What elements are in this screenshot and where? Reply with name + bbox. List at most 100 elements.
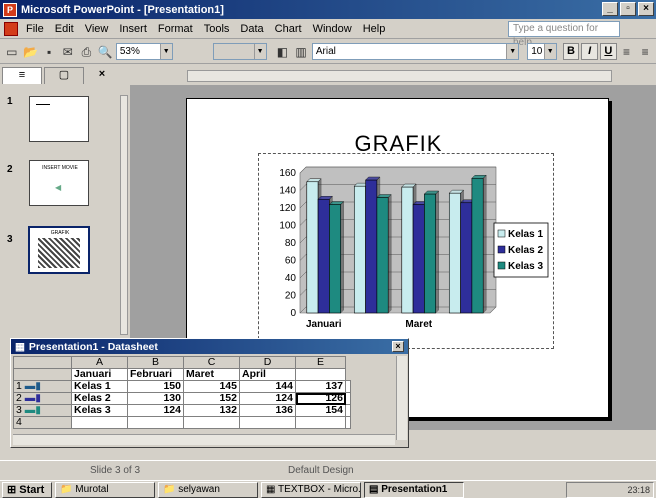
menu-format[interactable]: Format [158,23,193,35]
tab-outline[interactable]: ≡ [2,67,42,84]
menu-data[interactable]: Data [240,23,263,35]
thumb-text-line [36,104,50,105]
data-cell[interactable] [239,416,296,429]
series-label-cell[interactable]: Kelas 2 [71,392,128,405]
series-label-cell[interactable] [71,416,128,429]
data-cell[interactable] [345,416,351,429]
chart[interactable]: 160 140 120 100 80 60 40 20 0 Januari Maret Kelas 1… [262,157,550,345]
data-cell[interactable] [127,416,184,429]
align-left-icon[interactable]: ≡ [619,44,635,60]
data-cell[interactable]: 154 [295,404,346,417]
y-tick-label: 0 [290,308,296,319]
bold-button[interactable]: B [562,43,580,60]
menu-file[interactable]: File [26,23,44,35]
chart-wizard-icon[interactable]: ▥ [293,44,309,60]
underline-button[interactable]: U [600,43,617,60]
slide-number: 1 [7,96,13,107]
minimize-button[interactable]: _ [602,2,618,16]
corner-cell[interactable] [13,356,72,369]
format-chart-icon[interactable]: ◧ [275,44,291,60]
active-data-cell[interactable]: 126 [295,392,346,405]
preview-icon[interactable]: 🔍 [97,44,113,60]
data-cell[interactable]: 145 [183,380,240,393]
chart-bar [365,179,378,314]
print-icon[interactable]: ⎙ [79,44,95,60]
document-icon[interactable] [4,21,18,36]
data-cell[interactable]: 132 [183,404,240,417]
table-row: 3 ▬▮ Kelas 3 124 132 136 154 [13,404,351,417]
save-icon[interactable]: ▪ [41,44,57,60]
close-pane-icon[interactable]: × [89,67,115,84]
column-header[interactable]: E [295,356,346,369]
data-cell[interactable] [345,380,351,393]
menu-help[interactable]: Help [363,23,386,35]
row-header[interactable] [13,368,72,381]
chart-bar-side [482,174,487,314]
row-header[interactable]: 4 [13,416,72,429]
font-size-select[interactable]: 10 ▼ [527,43,557,60]
data-cell[interactable]: 144 [239,380,296,393]
column-header[interactable]: D [239,356,296,369]
align-center-icon[interactable]: ≡ [637,44,653,60]
vertical-scrollbar[interactable] [396,356,407,440]
data-cell[interactable]: 137 [295,380,346,393]
close-button[interactable]: × [638,2,654,16]
start-button[interactable]: ⊞ Start [2,481,52,498]
taskbar-label: selyawan [178,483,220,495]
x-tick-label: Januari [306,319,342,330]
menu-insert[interactable]: Insert [119,23,147,35]
close-datasheet-button[interactable]: × [392,341,404,352]
taskbar-item-selyawan[interactable]: 📁 selyawan [158,481,258,498]
column-header[interactable]: B [127,356,184,369]
chart-objects-select[interactable]: ▼ [212,43,267,60]
font-select[interactable]: Arial ▼ [311,43,520,60]
y-tick-label: 160 [279,168,296,179]
tab-slides[interactable]: ▢ [44,67,84,84]
series-label-cell[interactable]: Kelas 1 [71,380,128,393]
data-cell[interactable]: 124 [239,392,296,405]
category-cell[interactable]: Februari [127,368,184,381]
menu-edit[interactable]: Edit [55,23,74,35]
category-cell[interactable]: Maret [183,368,240,381]
data-cell[interactable]: 152 [183,392,240,405]
data-cell[interactable] [183,416,240,429]
column-header[interactable]: C [183,356,240,369]
data-cell[interactable]: 130 [127,392,184,405]
slide-thumbnail-1[interactable] [29,96,89,142]
datasheet-window[interactable]: ▦ Presentation1 - Datasheet × A B C D E … [10,338,409,448]
row-header[interactable]: 1 ▬▮ [13,380,72,393]
series-label-cell[interactable]: Kelas 3 [71,404,128,417]
taskbar-item-murotal[interactable]: 📁 Murotal [55,481,155,498]
row-header[interactable]: 3 ▬▮ [13,404,72,417]
data-cell[interactable] [345,392,351,405]
data-cell[interactable] [295,416,346,429]
clock: 23:18 [627,485,650,495]
taskbar-item-textbox[interactable]: ▦ TEXTBOX - Micro... [261,481,361,498]
data-cell[interactable] [295,368,346,381]
data-cell[interactable]: 136 [239,404,296,417]
data-cell[interactable]: 124 [127,404,184,417]
permission-icon[interactable]: ✉ [60,44,76,60]
slide-thumbnail-2[interactable]: INSERT MOVIE ◀ [29,160,89,206]
italic-button[interactable]: I [581,43,599,60]
slide-thumbnail-3[interactable]: GRAFIK [28,226,90,274]
menu-view[interactable]: View [85,23,109,35]
menu-chart[interactable]: Chart [275,23,302,35]
restore-button[interactable]: ▫ [620,2,636,16]
open-icon[interactable]: 📂 [23,44,39,60]
column-header[interactable]: A [71,356,128,369]
new-icon[interactable]: ▭ [4,44,20,60]
category-cell[interactable]: April [239,368,296,381]
category-cell[interactable]: Januari [71,368,128,381]
menu-tools[interactable]: Tools [204,23,230,35]
data-cell[interactable] [345,404,351,417]
row-header[interactable]: 2 ▬▮ [13,392,72,405]
chart-bar [401,186,414,314]
taskbar-item-presentation1[interactable]: ▤ Presentation1 [364,481,464,498]
chart-bar [460,202,473,314]
help-search-input[interactable]: Type a question for help [508,21,620,48]
zoom-select[interactable]: 53% ▼ [115,43,173,60]
horizontal-scrollbar[interactable] [13,434,395,445]
data-cell[interactable]: 150 [127,380,184,393]
menu-window[interactable]: Window [313,23,352,35]
